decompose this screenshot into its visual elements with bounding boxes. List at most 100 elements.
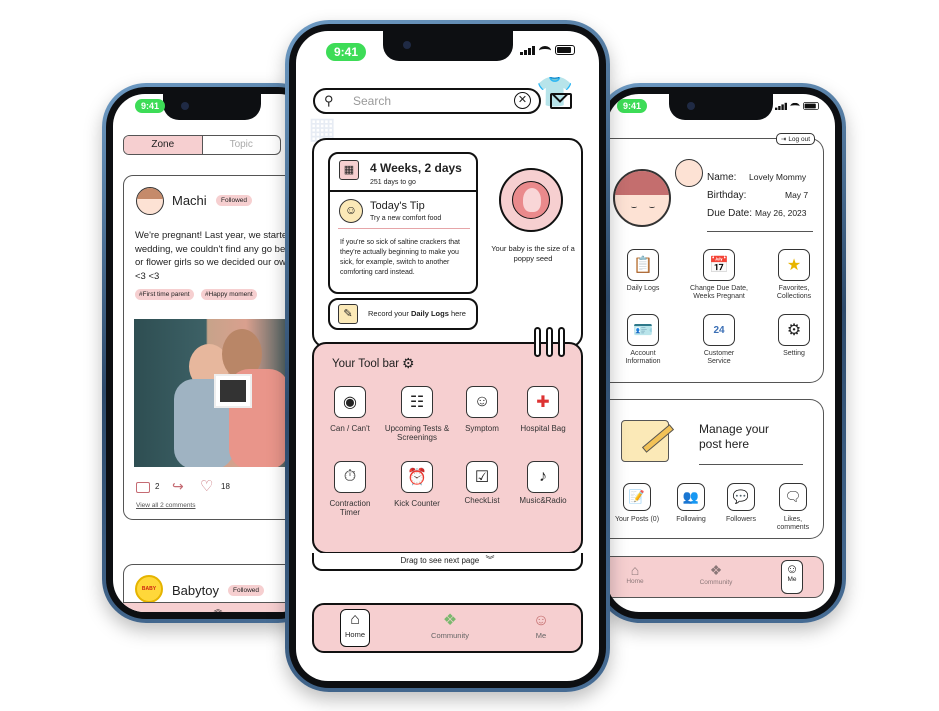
likes-comments-link[interactable]: Likes, comments (769, 516, 817, 532)
nav-me[interactable]: ☺ Me (526, 611, 556, 640)
lightbulb-icon: ☺ (339, 199, 363, 223)
menu-setting[interactable]: Setting (772, 350, 816, 358)
toolbar-title: Your Tool bar (332, 358, 400, 370)
tab-topic[interactable]: Topic (203, 136, 281, 154)
avatar[interactable] (136, 187, 164, 215)
logout-button[interactable]: ⇥ Log out (775, 133, 815, 145)
tip-subtitle: Try a new comfort food (370, 215, 442, 222)
baby-size-text: Your baby is the size of a poppy seed (491, 244, 575, 263)
customer-service-icon[interactable]: 24 (703, 314, 735, 346)
bottom-nav: ⌂ Home ❖ Community ☺ Me (312, 603, 583, 653)
nav-me[interactable]: ☺ Me (781, 560, 803, 594)
mail-icon[interactable] (550, 93, 572, 109)
nav-community[interactable]: ❖ Community (691, 562, 741, 586)
kick-counter-icon[interactable]: ⏰ (401, 461, 433, 493)
tab-zone[interactable]: Zone (124, 136, 203, 154)
signal-icon (520, 45, 535, 55)
tool-can-cant[interactable]: Can / Can't (318, 424, 382, 433)
tool-music-radio[interactable]: Music&Radio (511, 496, 575, 505)
likes-comments-icon[interactable]: 🗨 (779, 483, 807, 511)
gear-icon[interactable]: ⚙ (402, 355, 415, 372)
heart-icon[interactable]: ♡ (200, 477, 213, 495)
following-icon[interactable]: 👥 (677, 483, 705, 511)
tag-first-time-parent[interactable]: #First time parent (135, 289, 194, 300)
tests-icon[interactable]: ☷ (401, 386, 433, 418)
manage-posts-card: Manage your post here 📝 Your Posts (0) 👥… (607, 399, 824, 539)
status-icons (520, 45, 575, 55)
binder-rings (534, 327, 565, 357)
checklist-icon[interactable]: ☑ (466, 461, 498, 493)
status-time: 9:41 (617, 99, 647, 113)
tool-hospital-bag[interactable]: Hospital Bag (511, 424, 575, 433)
manage-posts-title: Manage your post here (699, 422, 770, 451)
tag-happy-moment[interactable]: #Happy moment (201, 289, 257, 300)
search-input[interactable]: Search (353, 94, 391, 108)
birthday-value: May 7 (785, 190, 809, 200)
star-icon[interactable]: ★ (778, 249, 810, 281)
nav-community[interactable]: ❖ Community (424, 611, 476, 640)
daily-logs-icon[interactable]: 📋 (627, 249, 659, 281)
menu-favorites[interactable]: Favorites, Collections (765, 285, 823, 301)
gear-icon[interactable]: ⚙ (778, 314, 810, 346)
comment-icon[interactable] (136, 482, 150, 493)
your-posts-link[interactable]: Your Posts (0) (611, 516, 663, 524)
menu-customer-service[interactable]: Customer Service (693, 350, 745, 366)
right-phone-mockup: 9:41 ⇥ Log out Name: Lovely Mommy Birthda… (596, 83, 846, 623)
daily-logs-button[interactable]: ✎ Record your Daily Logs here (328, 298, 478, 330)
me-icon: ☺ (532, 612, 550, 629)
symptom-icon[interactable]: ☺ (466, 386, 498, 418)
toolbar-card: Your Tool bar ⚙ ◉ Can / Can't ☷ Upcoming… (312, 342, 583, 554)
followed-badge[interactable]: Followed (228, 585, 265, 596)
menu-account-information[interactable]: Account Information (619, 350, 667, 366)
music-icon[interactable]: ♪ (527, 461, 559, 493)
weeks-card[interactable]: ▦ 4 Weeks, 2 days 251 days to go ☺ Today… (328, 152, 478, 294)
profile-avatar[interactable] (613, 169, 671, 227)
nav-home[interactable]: ⌂ Home (340, 609, 370, 647)
account-icon[interactable]: 🪪 (627, 314, 659, 346)
timer-icon[interactable]: ⏱ (334, 461, 366, 493)
center-phone-mockup: ▦ 👕 ✿ 9:41 ⚲ Search ✕ ▦ 4 Weeks, 2 days … (285, 20, 610, 692)
post-card: Machi Followed We're pregnant! Last year… (123, 175, 311, 520)
tool-symptom[interactable]: Symptom (450, 424, 514, 433)
tip-title: Today's Tip (370, 200, 425, 212)
battery-icon (555, 45, 575, 55)
share-icon[interactable]: ↪ (172, 478, 184, 495)
bottom-sheet-handle[interactable]: ︽ (123, 602, 311, 612)
calendar-icon: ▦ (339, 160, 359, 180)
baby-avatar[interactable] (675, 159, 703, 187)
post-username[interactable]: Babytoy (172, 583, 219, 598)
nav-home[interactable]: ⌂ Home (621, 562, 649, 585)
due-date-label: Due Date: (707, 208, 753, 219)
tool-contraction-timer[interactable]: Contraction Timer (322, 499, 378, 517)
clear-icon[interactable]: ✕ (514, 92, 531, 109)
home-icon: ⌂ (350, 611, 360, 628)
tool-checklist[interactable]: CheckList (450, 496, 514, 505)
tool-upcoming-tests[interactable]: Upcoming Tests & Screenings (380, 424, 454, 442)
home-screen: ▦ 👕 ✿ 9:41 ⚲ Search ✕ ▦ 4 Weeks, 2 days … (296, 31, 599, 681)
post-username[interactable]: Machi (172, 193, 207, 208)
followers-icon[interactable]: 💬 (727, 483, 755, 511)
chevron-down-icon: ︾ (485, 555, 495, 565)
followers-link[interactable]: Followers (717, 516, 765, 524)
profile-screen: 9:41 ⇥ Log out Name: Lovely Mommy Birthda… (607, 94, 835, 612)
zone-topic-tabs: Zone Topic (123, 135, 281, 155)
community-icon: ❖ (442, 612, 458, 629)
drag-hint-bar[interactable]: Drag to see next page ︾ (312, 553, 583, 571)
calendar-icon[interactable]: 📅 (703, 249, 735, 281)
notepad-pencil-icon (621, 420, 675, 462)
menu-change-due-date[interactable]: Change Due Date, Weeks Pregnant (683, 285, 755, 301)
hospital-bag-icon[interactable]: ✚ (527, 386, 559, 418)
weeks-pregnant: 4 Weeks, 2 days (370, 161, 462, 175)
name-label: Name: (707, 172, 737, 183)
brand-logo[interactable]: BABY (135, 575, 163, 603)
menu-daily-logs[interactable]: Daily Logs (612, 285, 674, 293)
following-link[interactable]: Following (667, 516, 715, 524)
profile-card: ⇥ Log out Name: Lovely Mommy Birthday: Ma… (607, 133, 824, 383)
community-icon: ❖ (709, 562, 723, 578)
view-comments-link[interactable]: View all 2 comments (136, 502, 196, 509)
can-cant-icon[interactable]: ◉ (334, 386, 366, 418)
search-bar[interactable]: ⚲ Search ✕ (313, 88, 541, 114)
tool-kick-counter[interactable]: Kick Counter (385, 499, 449, 508)
followed-badge[interactable]: Followed (216, 195, 253, 206)
your-posts-icon[interactable]: 📝 (623, 483, 651, 511)
